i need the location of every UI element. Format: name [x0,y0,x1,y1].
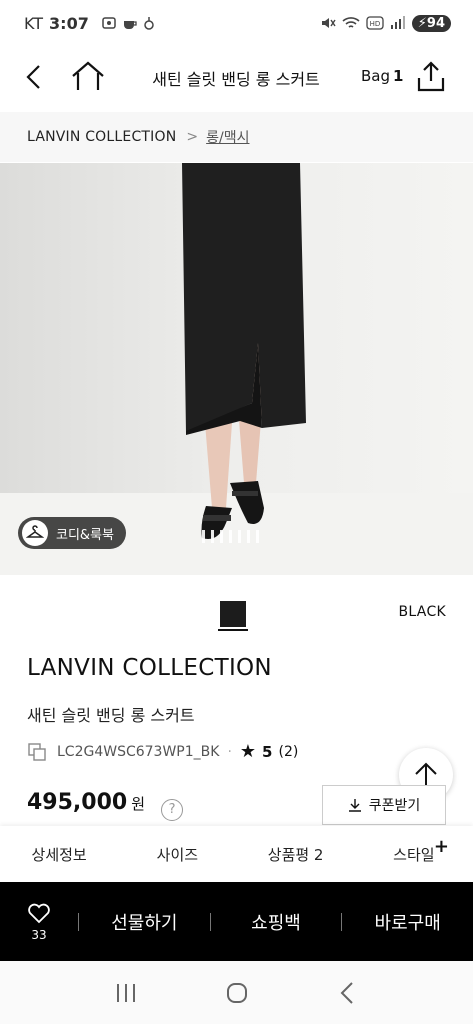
home-circle-icon [226,982,247,1003]
svg-text:HD: HD [369,20,380,28]
plus-icon: + [433,836,449,857]
bag-count: 1 [393,67,404,85]
star-icon: ★ [239,741,257,762]
pager-dot[interactable] [247,530,250,543]
carrier-label: KT [24,13,44,33]
product-image-carousel[interactable]: 코디&룩북 [0,163,473,575]
swatch-selected-indicator [218,629,248,631]
product-sku: LC2G4WSC673WP1_BK [57,743,220,760]
hanger-icon [22,520,48,546]
coordi-lookbook-button[interactable]: 코디&룩북 [18,517,126,549]
page-title: 새틴 슬릿 밴딩 롱 스커트 [152,70,320,89]
sku-row: LC2G4WSC673WP1_BK · ★ 5 (2) [27,741,298,762]
recent-apps-button[interactable] [106,973,146,1013]
signal-icon [390,16,405,29]
pager-dot[interactable] [256,530,259,543]
color-swatch-black[interactable] [220,601,246,627]
coffee-icon [123,21,137,29]
tab-size[interactable]: 사이즈 [118,826,236,882]
header: 새틴 슬릿 밴딩 롱 스커트 Bag 1 [0,46,473,108]
home-button[interactable] [70,60,106,94]
battery-level: 94 [426,15,445,31]
pager-dot[interactable] [202,530,205,543]
copy-icon[interactable] [27,742,47,762]
hd-icon: HD [366,16,384,30]
breadcrumb-category[interactable]: 롱/맥시 [206,127,249,147]
chevron-left-icon [26,65,40,89]
breadcrumb-brand[interactable]: LANVIN COLLECTION [27,129,176,145]
price: 495,000 [27,790,128,815]
home-icon [72,61,104,90]
rating[interactable]: ★ 5 (2) [240,741,298,762]
carousel-pager [202,530,259,543]
sku-separator: · [227,743,232,760]
buy-now-button[interactable]: 바로구매 [342,909,473,935]
price-row: 495,000 원 ? [27,790,184,821]
tab-detail[interactable]: 상세정보 [0,826,118,882]
product-photo [0,163,473,575]
share-button[interactable] [415,60,447,94]
pager-dot[interactable] [229,530,232,543]
detail-tabs: 상세정보 사이즈 상품평 2 스타일 + [0,826,473,882]
color-selector: BLACK [0,588,473,638]
coupon-label: 쿠폰받기 [368,798,421,814]
heart-icon [28,903,50,923]
gift-button[interactable]: 선물하기 [79,909,210,935]
bag-button[interactable]: Bag 1 [361,67,403,85]
action-bar: 33 선물하기 쇼핑백 바로구매 [0,882,473,961]
product-name: 새틴 슬릿 밴딩 롱 스커트 [27,706,195,725]
review-count: (2) [278,743,299,760]
help-icon[interactable]: ? [161,798,184,821]
battery-icon: ⚡94 [411,14,451,32]
bag-label: Bag [361,67,391,85]
back-nav-icon [340,981,353,1004]
pager-dot[interactable] [220,530,223,543]
coordi-lookbook-label: 코디&룩북 [56,527,114,543]
price-unit: 원 [131,795,146,813]
pager-dot[interactable] [238,530,241,543]
back-nav-button[interactable] [328,973,368,1013]
status-left: KT 3:07 [24,14,155,33]
tab-style[interactable]: 스타일 + [355,826,473,882]
recent-apps-icon [116,983,135,1002]
like-count: 33 [31,927,47,942]
clock: 3:07 [49,13,89,33]
system-nav-bar [0,961,473,1024]
alarm-icon [144,17,154,30]
coupon-button[interactable]: 쿠폰받기 [322,785,446,825]
notification-icons [101,15,155,31]
tab-style-label: 스타일 [393,845,435,864]
breadcrumb-separator: > [186,129,199,145]
status-right: HD ⚡94 [320,14,451,32]
breadcrumb: LANVIN COLLECTION > 롱/맥시 [0,112,473,162]
status-bar: KT 3:07 HD ⚡94 [0,0,473,46]
product-brand[interactable]: LANVIN COLLECTION [27,655,272,681]
back-button[interactable] [20,62,48,92]
screenshot-icon [102,17,116,29]
like-button[interactable]: 33 [0,882,78,961]
wifi-icon [342,17,360,28]
rating-score: 5 [262,742,273,761]
mute-icon [321,18,336,28]
add-to-bag-button[interactable]: 쇼핑백 [211,909,342,935]
download-icon [348,799,361,812]
color-name: BLACK [398,604,446,620]
share-icon [417,61,445,92]
pager-dot[interactable] [211,530,214,543]
home-nav-button[interactable] [217,973,257,1013]
tab-reviews[interactable]: 상품평 2 [237,826,355,882]
